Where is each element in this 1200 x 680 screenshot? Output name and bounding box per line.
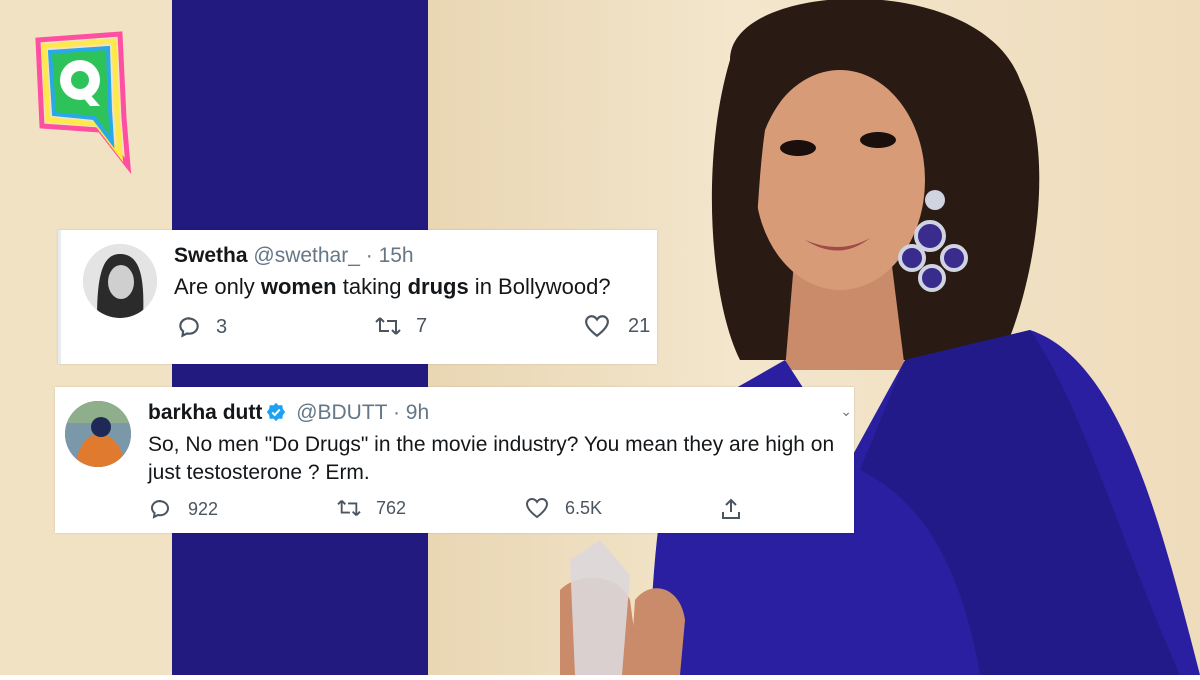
verified-badge-icon <box>267 402 286 422</box>
reply-icon <box>179 317 199 338</box>
like-count: 6.5K <box>565 497 603 518</box>
tweet-text: So, No men "Do Drugs" in the movie indus… <box>148 433 835 484</box>
retweet-count: 7 <box>416 314 428 337</box>
avatar[interactable] <box>83 244 157 318</box>
tweet-text: Are only women taking drugs in Bollywood… <box>174 274 611 299</box>
like-button[interactable]: 6.5K <box>525 497 602 519</box>
reply-count: 3 <box>216 315 228 338</box>
tweet-card-swetha[interactable]: Swetha @swethar_ · 15h Are only women ta… <box>58 230 657 364</box>
reply-button[interactable]: 922 <box>148 497 218 521</box>
the-quint-logo-icon <box>28 26 136 175</box>
heart-icon <box>585 315 609 338</box>
tweet-time[interactable]: · 15h <box>366 244 414 267</box>
author-name[interactable]: Swetha <box>174 244 248 267</box>
author-handle[interactable]: @BDUTT <box>296 401 387 424</box>
tweet-time[interactable]: · 9h <box>393 401 429 424</box>
reply-button[interactable]: 3 <box>176 314 227 340</box>
like-button[interactable]: 21 <box>584 314 650 338</box>
retweet-icon <box>375 317 401 335</box>
tweet-card-barkha[interactable]: barkha dutt @BDUTT · 9h ⌄ So, No men "Do… <box>55 387 854 533</box>
share-icon <box>722 498 740 519</box>
reply-icon <box>150 499 170 519</box>
reply-count: 922 <box>188 498 219 519</box>
share-button[interactable] <box>719 497 743 521</box>
retweet-count: 762 <box>376 497 407 518</box>
author-name[interactable]: barkha dutt <box>148 401 262 424</box>
author-handle[interactable]: @swethar_ <box>253 244 360 267</box>
avatar[interactable] <box>65 401 131 467</box>
heart-icon <box>525 497 549 519</box>
retweet-button[interactable]: 7 <box>374 314 427 338</box>
like-count: 21 <box>628 314 651 337</box>
chevron-down-icon[interactable]: ⌄ <box>840 403 852 420</box>
retweet-button[interactable]: 762 <box>336 497 406 519</box>
retweet-icon <box>337 500 361 516</box>
